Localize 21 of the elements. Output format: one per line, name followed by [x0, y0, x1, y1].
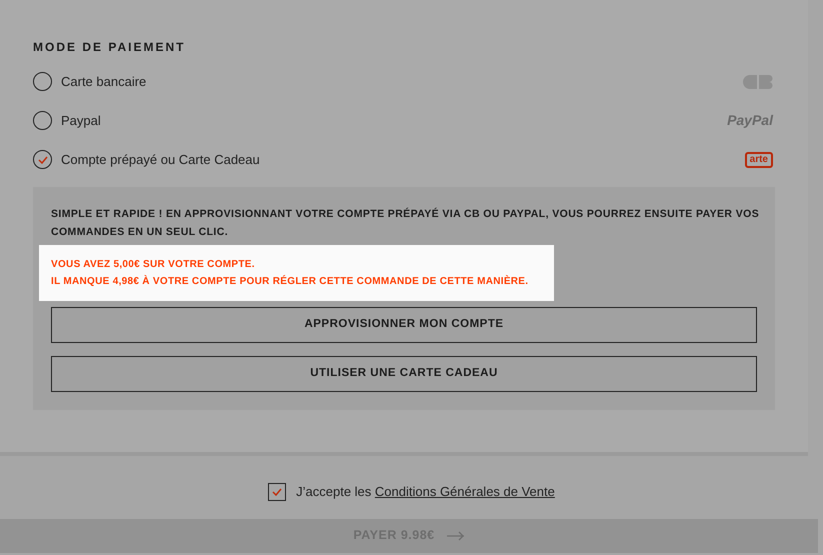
terms-text: J’accepte les — [296, 484, 372, 499]
payment-method-label[interactable]: Carte bancaire — [61, 72, 146, 92]
alert-text: VOUS AVEZ 5,00€ SUR VOTRE COMPTE. — [51, 258, 256, 272]
arrow-right-icon — [446, 530, 465, 540]
prepaid-description: SIMPLE ET RAPIDE ! EN APPROVISIONNANT VOTRE COMPTE PRÉPAYÉ VIA CB OU PAYPAL, VOUS POURREZ ENSUITE PAYER VOS COMMANDES EN UN SEUL CLIC. — [51, 206, 760, 240]
payment-method-label[interactable]: Paypal — [61, 110, 101, 130]
outline-button[interactable]: UTILISER UNE CARTE CADEAU — [51, 356, 757, 392]
radio-button[interactable] — [33, 111, 52, 130]
radio-button[interactable] — [33, 72, 52, 91]
arte-logo: arte — [744, 152, 773, 168]
terms-link[interactable]: Conditions Générales de Vente — [374, 484, 555, 499]
outline-button[interactable]: APPROVISIONNER MON COMPTE — [51, 307, 757, 343]
payment-method-label[interactable]: Compte prépayé ou Carte Cadeau — [61, 150, 260, 170]
alert-text: IL MANQUE 4,98€ À VOTRE COMPTE POUR RÉGLER CETTE COMMANDE DE CETTE MANIÈRE. — [51, 274, 530, 289]
card-logo-icon — [743, 74, 773, 88]
check-icon — [38, 156, 48, 164]
terms-checkbox[interactable] — [268, 482, 286, 501]
paypal-logo: PayPal — [727, 111, 773, 130]
section-title: MODE DE PAIEMENT — [33, 39, 186, 56]
check-icon — [272, 488, 282, 496]
radio-button[interactable] — [33, 150, 52, 169]
